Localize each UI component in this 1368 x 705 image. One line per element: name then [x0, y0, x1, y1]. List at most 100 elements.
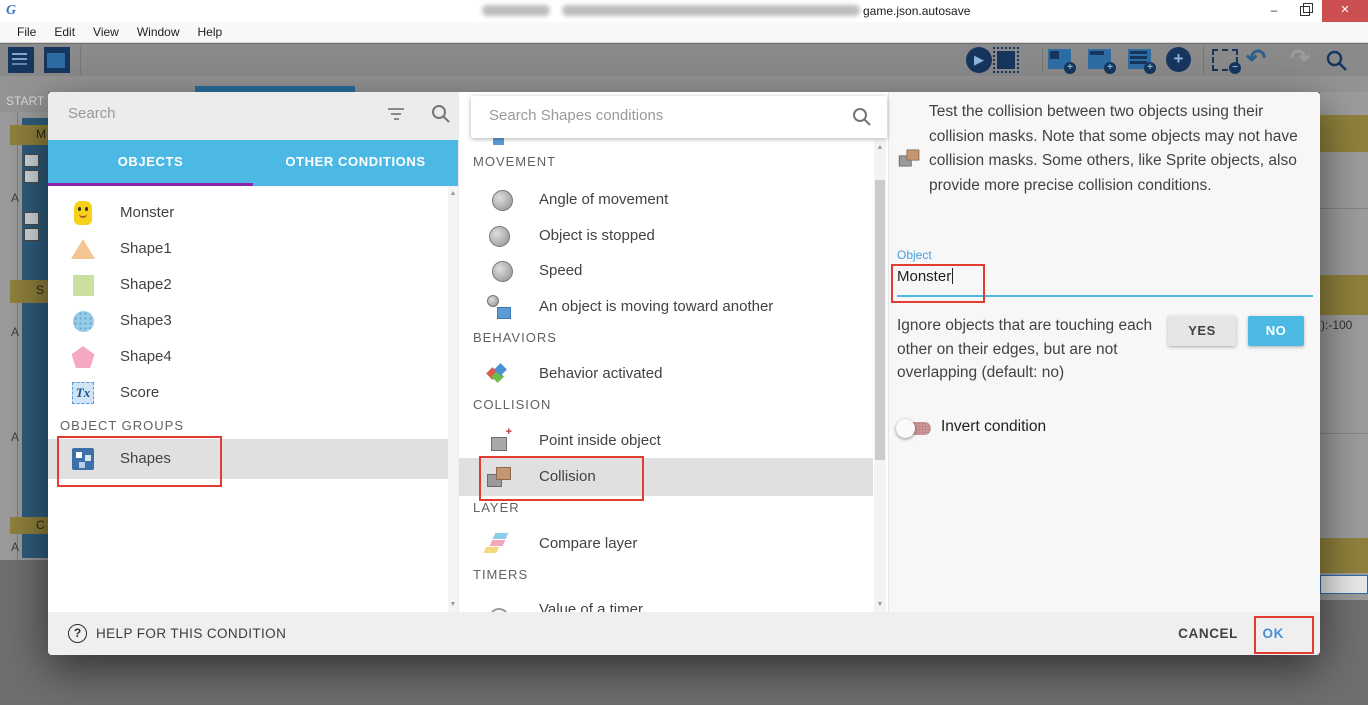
menu-help[interactable]: Help: [189, 25, 232, 39]
background-action-text: ):-100: [1321, 318, 1352, 332]
toolbar-dimmed: ▶ + ↶ ↶: [0, 44, 1368, 76]
object-field-value: Monster: [897, 268, 951, 285]
moving-toward-icon: [487, 295, 511, 319]
cancel-button[interactable]: CANCEL: [1178, 612, 1238, 655]
search-icon[interactable]: [851, 106, 873, 128]
object-search-input[interactable]: [66, 104, 370, 123]
object-groups-header: OBJECT GROUPS: [60, 418, 184, 433]
close-button[interactable]: ✕: [1322, 0, 1368, 22]
search-icon[interactable]: [430, 103, 452, 125]
point-inside-icon: [491, 437, 507, 451]
window-title: game.json.autosave: [863, 0, 970, 22]
scroll-down-icon[interactable]: ▼: [875, 601, 885, 608]
condition-row-collision[interactable]: Collision: [459, 458, 873, 496]
scroll-down-icon[interactable]: ▼: [448, 601, 458, 608]
object-row-monster[interactable]: Monster: [48, 195, 448, 231]
yes-button[interactable]: YES: [1168, 316, 1236, 346]
object-field[interactable]: Monster: [897, 266, 953, 288]
app-window: G game.json.autosave – ✕ File Edit View …: [0, 0, 1368, 705]
menu-bar: File Edit View Window Help: [0, 22, 1368, 43]
object-field-label: Object: [897, 248, 932, 262]
menu-view[interactable]: View: [84, 25, 128, 39]
object-row-shape2[interactable]: Shape2: [48, 267, 448, 303]
event-sheet-left-fragment: M A S C A A A: [0, 112, 48, 560]
tab-objects[interactable]: OBJECTS: [48, 140, 253, 186]
restore-icon: [1300, 6, 1310, 16]
section-layer: LAYER: [473, 500, 520, 515]
background-tab-label: START: [0, 92, 48, 112]
section-timers: TIMERS: [473, 567, 528, 582]
menu-file[interactable]: File: [8, 25, 45, 39]
condition-row-speed[interactable]: Speed: [459, 254, 873, 288]
delete-selection-icon: [1212, 49, 1238, 71]
ok-button[interactable]: OK: [1263, 612, 1284, 655]
text-cursor: [952, 268, 953, 284]
condition-row-behavior-activated[interactable]: Behavior activated: [459, 357, 873, 391]
restore-button[interactable]: [1290, 0, 1322, 22]
toolbar-separator: [1203, 46, 1204, 74]
dialog-footer: ? HELP FOR THIS CONDITION CANCEL OK: [48, 612, 1320, 655]
object-row-shape4[interactable]: Shape4: [48, 339, 448, 375]
condition-row-point-inside-object[interactable]: Point inside object: [459, 424, 873, 458]
help-link[interactable]: ? HELP FOR THIS CONDITION: [68, 612, 286, 655]
group-row-shapes[interactable]: Shapes: [48, 439, 448, 479]
condition-row-object-is-stopped[interactable]: Object is stopped: [459, 219, 873, 253]
background-selected-row: [1320, 575, 1368, 594]
monster-sprite-icon: [74, 201, 92, 225]
text-object-icon: Tx: [72, 382, 94, 404]
preview-play-icon: ▶: [966, 47, 992, 73]
section-movement: MOVEMENT: [473, 154, 556, 169]
condition-parameters-panel: Test the collision between two objects u…: [888, 92, 1320, 612]
toggle-knob[interactable]: [896, 419, 915, 438]
pentagon-icon: [72, 346, 95, 368]
tab-other-conditions[interactable]: OTHER CONDITIONS: [253, 140, 458, 186]
search-events-icon: [1325, 49, 1351, 75]
filter-icon[interactable]: [388, 108, 404, 110]
condition-list-scrollbar[interactable]: ▲ ▼: [874, 140, 886, 612]
object-selector-panel: OBJECTS OTHER CONDITIONS Monster Shape1 …: [48, 92, 458, 612]
add-subevent-icon: [1088, 49, 1111, 69]
section-behaviors: BEHAVIORS: [473, 330, 557, 345]
scroll-up-icon[interactable]: ▲: [875, 144, 885, 151]
condition-row-angle-of-movement[interactable]: Angle of movement: [459, 183, 873, 217]
condition-row-compare-layer[interactable]: Compare layer: [459, 527, 873, 561]
speed-icon: [492, 261, 513, 282]
add-more-icon: +: [1166, 47, 1191, 72]
object-field-underline: [897, 295, 1313, 297]
left-panel-scrollbar[interactable]: ▲ ▼: [448, 186, 458, 612]
gdevelop-logo-icon: G: [6, 3, 22, 19]
layers-icon: [487, 533, 511, 555]
invert-condition-toggle[interactable]: [897, 422, 931, 435]
condition-editor-dialog: OBJECTS OTHER CONDITIONS Monster Shape1 …: [48, 92, 1320, 655]
scrollbar-thumb[interactable]: [875, 180, 885, 460]
debug-icon: [993, 47, 1019, 73]
condition-row-moving-toward[interactable]: An object is moving toward another: [459, 290, 873, 324]
ignore-touching-label: Ignore objects that are touching each ot…: [897, 314, 1165, 385]
no-button[interactable]: NO: [1248, 316, 1304, 346]
selector-tabs: OBJECTS OTHER CONDITIONS: [48, 140, 458, 186]
section-collision: COLLISION: [473, 397, 551, 412]
object-search-bar: [48, 92, 458, 140]
square-icon: [73, 275, 94, 296]
triangle-icon: [71, 239, 95, 259]
object-row-score[interactable]: Tx Score: [48, 375, 448, 411]
scene-editor-icon: [44, 47, 70, 73]
toolbar-separator: [1042, 46, 1043, 74]
event-sheet-right-fragment: ):-100: [1320, 92, 1368, 600]
object-row-shape1[interactable]: Shape1: [48, 231, 448, 267]
redacted-title-segment: [482, 5, 550, 16]
project-manager-icon: [8, 47, 34, 73]
scroll-up-icon[interactable]: ▲: [448, 190, 458, 197]
condition-list-panel: MOVEMENT Angle of movement Object is sto…: [458, 92, 888, 612]
object-row-shape3[interactable]: Shape3: [48, 303, 448, 339]
add-comment-icon: [1128, 49, 1151, 69]
condition-search-input[interactable]: [487, 106, 821, 125]
title-bar: G game.json.autosave – ✕: [0, 0, 1368, 22]
menu-window[interactable]: Window: [128, 25, 189, 39]
object-group-icon: [72, 448, 94, 470]
circle-icon: [73, 311, 94, 332]
angle-of-movement-icon: [492, 190, 513, 211]
minimize-button[interactable]: –: [1258, 0, 1290, 22]
object-stopped-icon: [489, 226, 510, 247]
menu-edit[interactable]: Edit: [45, 25, 84, 39]
